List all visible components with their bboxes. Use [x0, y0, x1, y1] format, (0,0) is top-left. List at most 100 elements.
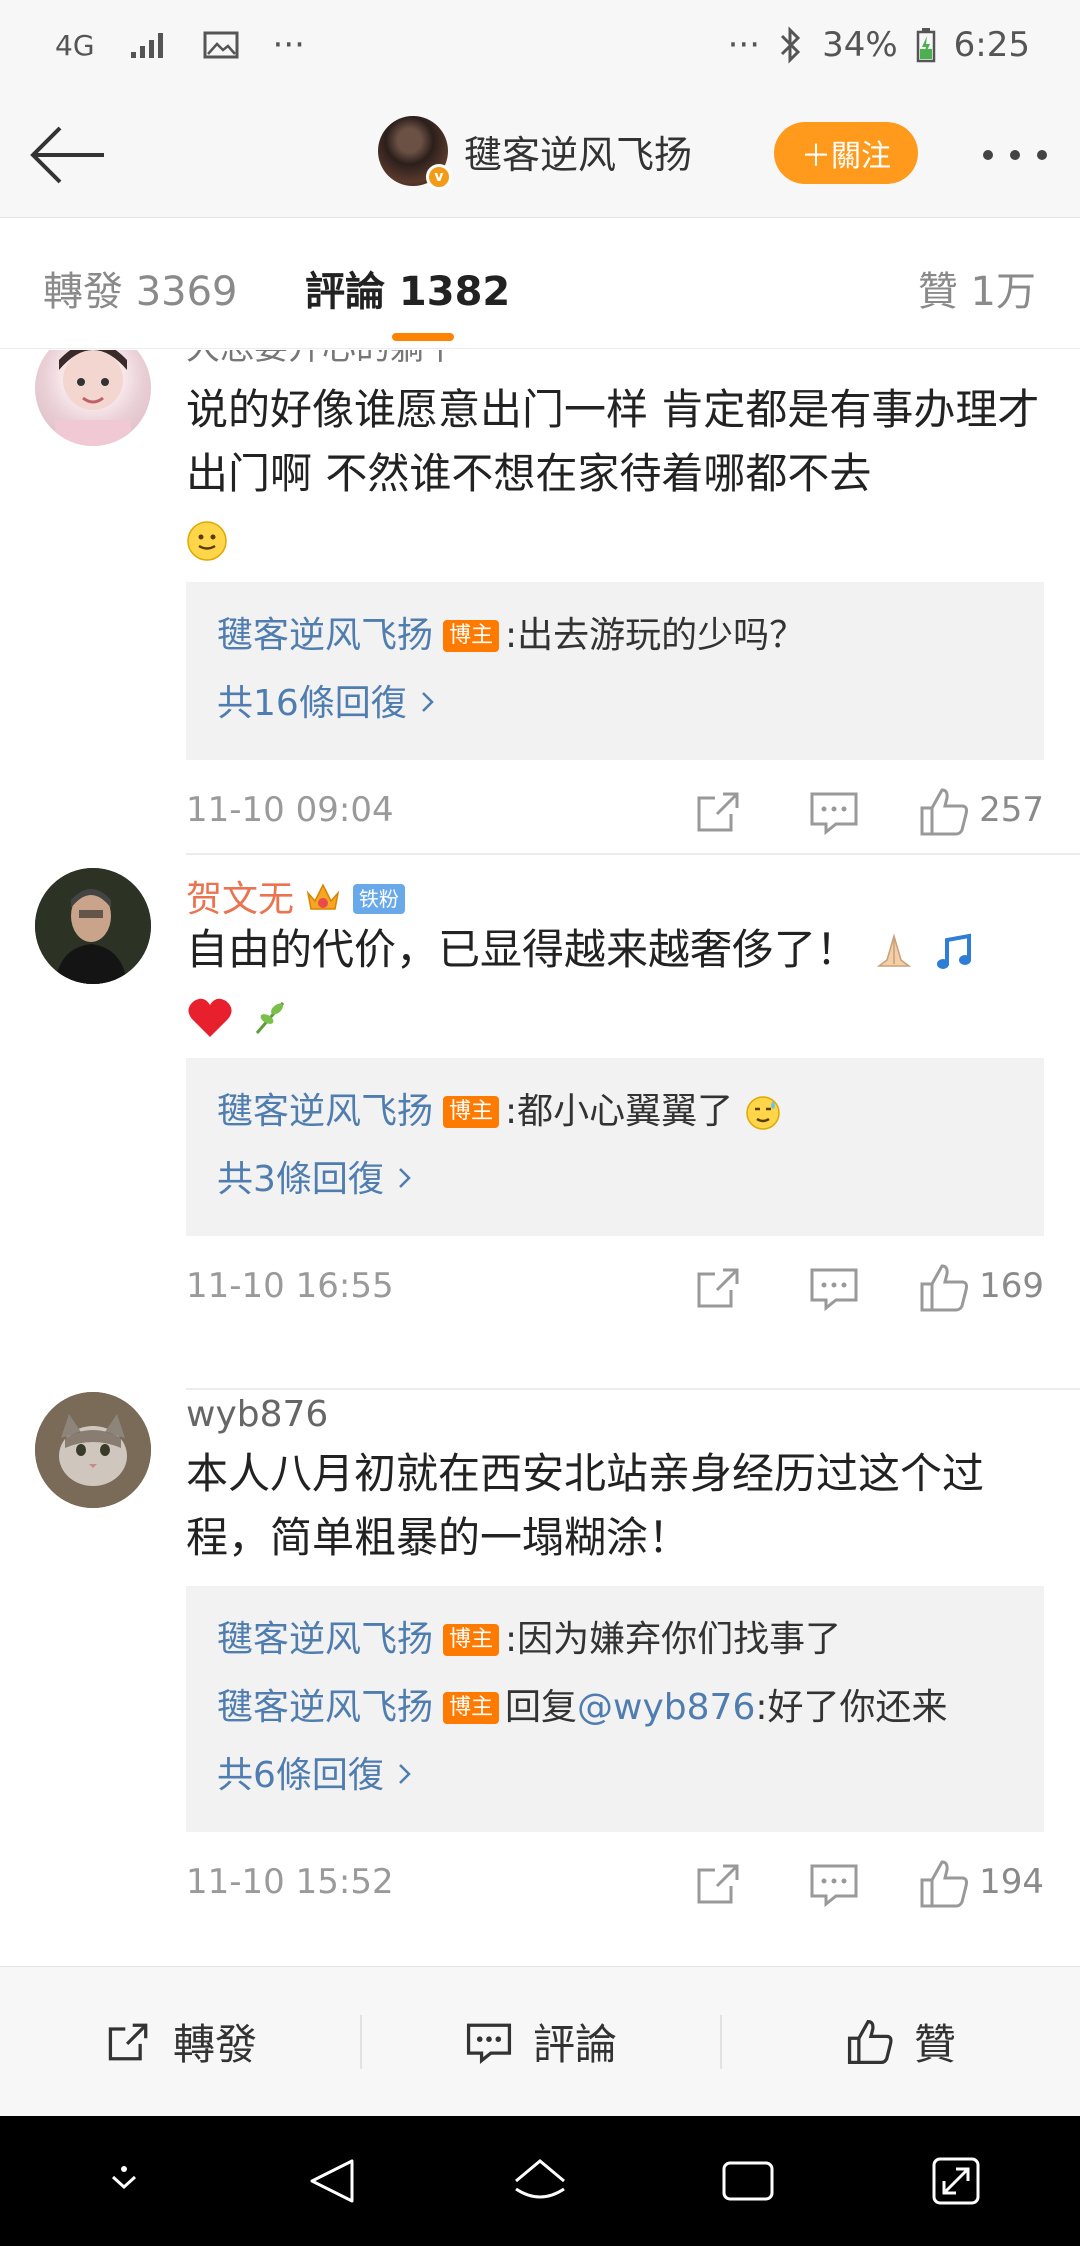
comment-text: 说的好像谁愿意出门一样 肯定都是有事办理才出门啊 不然谁不想在家待着哪都不去: [186, 378, 1044, 570]
blogger-tag: 博主: [443, 1692, 500, 1724]
share-icon[interactable]: [691, 784, 747, 840]
reply-box[interactable]: 毽客逆风飞扬 博主:都小心翼翼了 共3條回復: [186, 1058, 1044, 1236]
profile-name[interactable]: 毽客逆风飞扬: [464, 124, 692, 179]
user-avatar-image: [55, 350, 131, 446]
reply-mention[interactable]: @wyb876: [577, 1687, 755, 1728]
reply-author[interactable]: 毽客逆风飞扬: [217, 1687, 433, 1728]
comment-list[interactable]: 大恐要开心的躺下 说的好像谁愿意出门一样 肯定都是有事办理才出门啊 不然谁不想在…: [0, 350, 1080, 1966]
comment-author[interactable]: 贺文无: [186, 879, 294, 920]
view-replies-link[interactable]: 共16條回復: [217, 670, 1014, 738]
nav-collapse-button[interactable]: [84, 2141, 164, 2221]
nav-recents-button[interactable]: [708, 2141, 788, 2221]
like-count: 194: [979, 1862, 1044, 1902]
like-icon[interactable]: [916, 1856, 972, 1912]
comment-meta: 11-10 15:52 194: [186, 1832, 1044, 1942]
slight-smile-emoji-icon: [187, 520, 227, 561]
reply-item: 毽客逆风飞扬 博主 回复@wyb876:好了你还来: [217, 1674, 1014, 1742]
status-bar: 4G ··· ··· 34% 6:25: [0, 0, 1080, 90]
comment-time: 11-10 09:04: [186, 790, 394, 830]
tab-like[interactable]: 贊 1万: [918, 259, 1036, 317]
triangle-back-icon: [310, 2159, 354, 2203]
comment-meta: 11-10 16:55 169: [186, 1236, 1044, 1346]
comment-button[interactable]: 評論: [360, 1967, 720, 2116]
comment-author-row: 贺文无 铁粉: [186, 868, 1044, 920]
comment-icon: [466, 2023, 512, 2064]
comment-time: 11-10 15:52: [186, 1862, 394, 1902]
more-dot-icon: [983, 150, 993, 160]
like-icon[interactable]: [916, 784, 972, 840]
reply-text: :都小心翼翼了: [505, 1091, 734, 1132]
repost-button[interactable]: 轉發: [0, 1967, 360, 2116]
fan-badge: 铁粉: [352, 884, 405, 914]
clock: 6:25: [953, 25, 1030, 65]
share-icon: [108, 2023, 148, 2060]
chevron-down-icon: [111, 2166, 137, 2190]
avatar[interactable]: v: [378, 116, 452, 190]
reply-item: 毽客逆风飞扬 博主:出去游玩的少吗？: [217, 602, 1014, 670]
avatar[interactable]: [35, 350, 151, 446]
like-icon: [847, 2019, 893, 2064]
nav-back-button[interactable]: [292, 2141, 372, 2221]
share-icon[interactable]: [691, 1260, 747, 1316]
reply-box[interactable]: 毽客逆风飞扬 博主:出去游玩的少吗？ 共16條回復: [186, 582, 1044, 760]
divider: [186, 853, 1080, 855]
divider: [186, 1388, 1080, 1390]
comment-author[interactable]: wyb876: [186, 1392, 1044, 1442]
chevron-right-icon: [399, 1764, 412, 1784]
like-icon[interactable]: [916, 1260, 972, 1316]
like-count: 169: [979, 1266, 1044, 1306]
comment-text: 自由的代价，已显得越来越奢侈了！: [186, 918, 1044, 1046]
tab-bar: 轉發 3369 評論 1382 贊 1万: [0, 219, 1080, 349]
pray-emoji-icon: [877, 932, 912, 967]
verified-badge-icon: v: [426, 164, 452, 190]
like-label: 贊: [913, 2020, 956, 2069]
notification-more: ···: [272, 25, 305, 65]
comment-time: 11-10 16:55: [186, 1266, 394, 1306]
blogger-tag: 博主: [443, 620, 500, 652]
reply-text: :好了你还来: [755, 1687, 948, 1728]
recents-icon: [722, 2161, 774, 2201]
comment-author[interactable]: 大恐要开心的躺下: [186, 350, 1044, 378]
repost-label: 轉發: [172, 2020, 257, 2069]
tab-comment[interactable]: 評論 1382: [305, 259, 510, 317]
active-tab-indicator: [392, 333, 454, 341]
like-count: 257: [979, 790, 1044, 830]
network-indicator: 4G: [55, 28, 95, 62]
more-dot-icon: [1037, 150, 1047, 160]
avatar[interactable]: [35, 868, 151, 984]
chevron-right-icon: [422, 692, 435, 712]
like-button[interactable]: 贊: [720, 1967, 1080, 2116]
reply-text: :因为嫌弃你们找事了: [505, 1619, 842, 1660]
home-icon: [515, 2159, 565, 2199]
comment-icon[interactable]: [806, 784, 862, 840]
comment-icon[interactable]: [806, 1856, 862, 1912]
expand-icon: [932, 2157, 980, 2205]
follow-button[interactable]: ＋關注: [774, 122, 918, 184]
sprout-emoji-icon: [256, 1001, 285, 1034]
back-button[interactable]: [28, 120, 108, 190]
heart-emoji-icon: [188, 998, 232, 1037]
sweat-smile-emoji-icon: [745, 1096, 780, 1130]
view-replies-link[interactable]: 共6條回復: [217, 1742, 1014, 1810]
signal-icon: [130, 33, 163, 58]
reply-item: 毽客逆风飞扬 博主:都小心翼翼了: [217, 1078, 1014, 1146]
tab-repost[interactable]: 轉發 3369: [43, 259, 238, 317]
reply-author[interactable]: 毽客逆风飞扬: [217, 1091, 433, 1132]
bottom-action-bar: 轉發 評論 贊: [0, 1966, 1080, 2116]
bluetooth-icon: [781, 26, 801, 64]
reply-author[interactable]: 毽客逆风飞扬: [217, 615, 433, 656]
crown-icon: [307, 883, 340, 910]
reply-author[interactable]: 毽客逆风飞扬: [217, 1619, 433, 1660]
view-replies-link[interactable]: 共3條回復: [217, 1146, 1014, 1214]
user-avatar-image: [35, 868, 151, 984]
avatar[interactable]: [35, 1392, 151, 1508]
reply-box[interactable]: 毽客逆风飞扬 博主:因为嫌弃你们找事了 毽客逆风飞扬 博主 回复@wyb876:好了你…: [186, 1586, 1044, 1832]
comment-icon[interactable]: [806, 1260, 862, 1316]
nav-expand-button[interactable]: [916, 2141, 996, 2221]
nav-home-button[interactable]: [500, 2141, 580, 2221]
chevron-right-icon: [399, 1168, 412, 1188]
profile-link[interactable]: v 毽客逆风飞扬: [378, 116, 692, 190]
reply-item: 毽客逆风飞扬 博主:因为嫌弃你们找事了: [217, 1606, 1014, 1674]
share-icon[interactable]: [691, 1856, 747, 1912]
more-options-button[interactable]: [975, 130, 1055, 180]
